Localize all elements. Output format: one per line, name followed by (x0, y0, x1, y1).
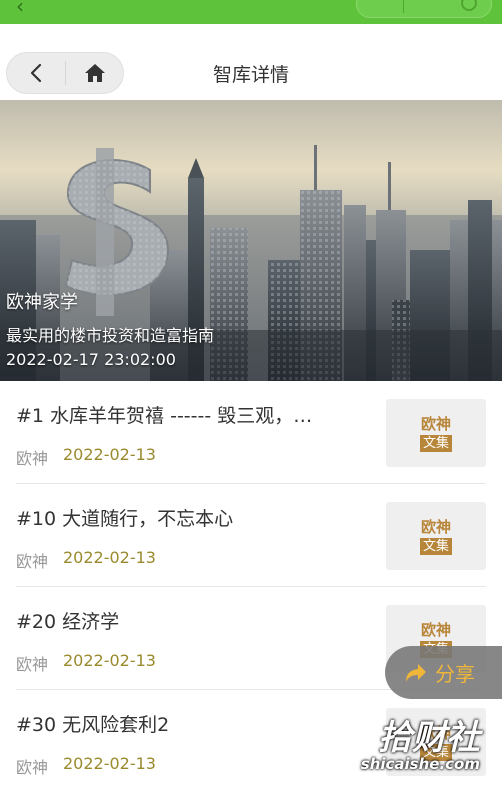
page-title: 智库详情 (212, 64, 289, 86)
list-item[interactable]: #1 水库羊年贺禧 ------ 毁三观，… 欧神 2022-02-13 欧神 … (16, 381, 486, 484)
hero-subtitle: 最实用的楼市投资和造富指南 (6, 326, 215, 345)
hero-title: 欧神家学 (6, 292, 78, 313)
list-item[interactable]: #10 大道随行，不忘本心 欧神 2022-02-13 欧神 文集 (16, 484, 486, 587)
article-date: 2022-02-13 (63, 754, 156, 773)
article-author: 欧神 (16, 758, 49, 777)
toolbar-back-icon[interactable]: ‹ (16, 0, 24, 18)
toolbar-capsule[interactable] (356, 0, 492, 18)
thumbnail-text-bottom: 文集 (419, 434, 452, 452)
article-author: 欧神 (16, 449, 49, 468)
share-arrow-icon (406, 663, 426, 682)
article-title: #10 大道随行，不忘本心 (16, 508, 234, 530)
watermark-logo-text: 拾财社 (378, 718, 480, 758)
thumbnail-text-top: 欧神 (420, 620, 451, 639)
article-date: 2022-02-13 (63, 548, 156, 567)
article-title: #20 经济学 (16, 611, 120, 633)
share-label: 分享 (435, 662, 475, 686)
capsule-divider (403, 0, 404, 13)
close-circle-icon[interactable] (461, 0, 477, 11)
article-date: 2022-02-13 (63, 445, 156, 464)
article-title: #30 无风险套利2 (16, 714, 170, 736)
thumbnail-text-bottom: 文集 (419, 537, 452, 555)
article-author: 欧神 (16, 655, 49, 674)
top-toolbar: ‹ (0, 0, 502, 24)
site-watermark: 拾财社 shicaishe.com (361, 710, 480, 773)
nav-bar: 智库详情 (0, 24, 502, 100)
hero-timestamp: 2022-02-17 23:02:00 (6, 350, 176, 369)
article-title: #1 水库羊年贺禧 ------ 毁三观，… (16, 405, 313, 427)
article-thumbnail: 欧神 文集 (386, 399, 486, 467)
article-thumbnail: 欧神 文集 (386, 502, 486, 570)
share-button[interactable]: 分享 (385, 646, 502, 699)
watermark-domain: shicaishe.com (360, 755, 480, 773)
article-author: 欧神 (16, 552, 49, 571)
thumbnail-text-top: 欧神 (420, 517, 451, 536)
hero-banner[interactable]: 欧神家学 最实用的楼市投资和造富指南 2022-02-17 23:02:00 (0, 100, 502, 381)
article-date: 2022-02-13 (63, 651, 156, 670)
thumbnail-text-top: 欧神 (420, 414, 451, 433)
